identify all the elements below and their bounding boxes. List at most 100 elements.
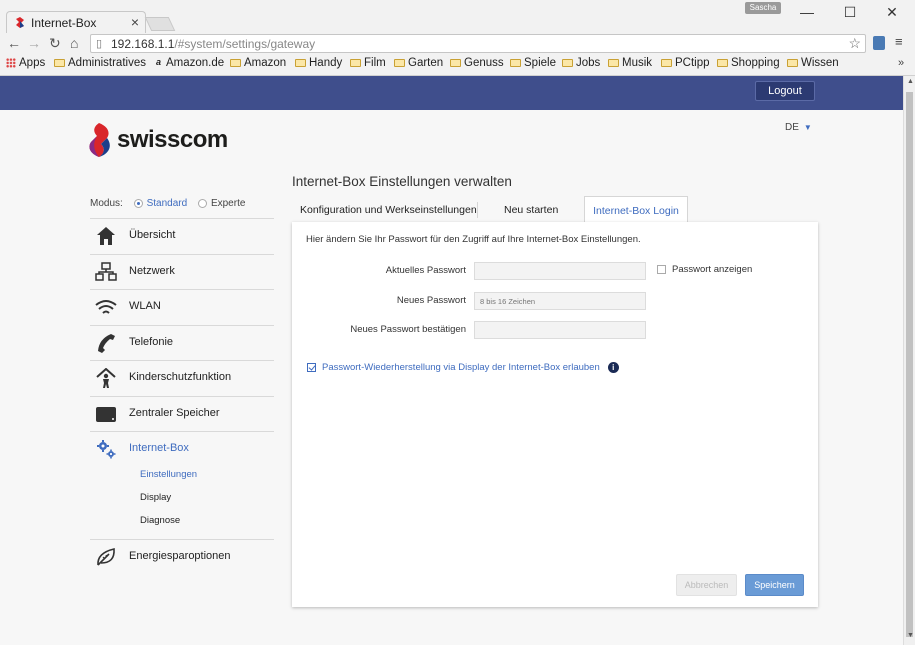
new-password-input[interactable] xyxy=(474,292,646,310)
save-button[interactable]: Speichern xyxy=(745,574,804,596)
bookmark-handy[interactable]: Handy xyxy=(295,57,342,69)
sidebar-item-telefonie[interactable]: Telefonie xyxy=(90,325,274,360)
forward-icon[interactable]: → xyxy=(27,35,41,51)
sidebar-item-label: Telefonie xyxy=(129,336,174,348)
scrollbar-thumb[interactable] xyxy=(906,92,913,637)
amazon-icon: a xyxy=(155,57,161,68)
swisscom-favicon-icon xyxy=(16,17,24,28)
wifi-icon xyxy=(95,300,117,314)
apps-icon xyxy=(6,57,16,68)
bookmark-musik[interactable]: Musik xyxy=(608,57,652,69)
mode-expert-radio[interactable] xyxy=(197,198,207,208)
subnav-einstellungen[interactable]: Einstellungen xyxy=(140,469,197,480)
mode-label: Modus: xyxy=(90,198,123,209)
confirm-password-input[interactable] xyxy=(474,321,646,339)
reload-icon[interactable]: ↻ xyxy=(49,35,61,52)
info-icon[interactable]: i xyxy=(607,362,619,373)
extension-icon[interactable] xyxy=(873,36,885,50)
folder-icon xyxy=(295,58,306,67)
house-icon xyxy=(97,227,115,245)
sidebar-item-label: Netzwerk xyxy=(129,265,175,277)
page-scrollbar[interactable]: ▲ ▼ xyxy=(903,76,915,645)
folder-icon xyxy=(450,58,461,67)
mode-standard-label[interactable]: Standard xyxy=(147,198,188,209)
bookmark-jobs[interactable]: Jobs xyxy=(562,57,600,69)
scroll-up-icon[interactable]: ▲ xyxy=(907,78,914,85)
folder-icon xyxy=(394,58,405,67)
folder-icon xyxy=(510,58,521,67)
bookmark-spiele[interactable]: Spiele xyxy=(510,57,556,69)
more-bookmarks-icon[interactable]: » xyxy=(898,57,904,69)
logout-button[interactable]: Logout xyxy=(755,81,815,101)
header-band: Logout xyxy=(0,76,903,110)
folder-icon xyxy=(717,58,728,67)
close-window-icon[interactable]: ✕ xyxy=(877,4,907,21)
maximize-icon[interactable]: ☐ xyxy=(835,4,865,21)
tab-konfiguration[interactable]: Konfiguration und Werkseinstellungen xyxy=(300,196,477,222)
current-password-input[interactable] xyxy=(474,262,646,280)
mode-standard-radio[interactable] xyxy=(133,198,143,208)
bookmark-star-icon[interactable]: ☆ xyxy=(848,35,861,52)
profile-badge[interactable]: Sascha xyxy=(745,2,781,14)
subnav-display[interactable]: Display xyxy=(140,492,171,503)
bookmark-wissen[interactable]: Wissen xyxy=(787,57,839,69)
browser-tab[interactable]: Internet-Box × xyxy=(6,11,146,33)
cancel-button[interactable]: Abbrechen xyxy=(676,574,737,596)
sidebar-item-zentraler-speicher[interactable]: Zentraler Speicher xyxy=(90,396,274,431)
bookmark-garten[interactable]: Garten xyxy=(394,57,443,69)
tab-neu-starten[interactable]: Neu starten xyxy=(504,196,558,222)
browser-menu-icon[interactable]: ≡ xyxy=(895,34,903,49)
mode-expert-label[interactable]: Experte xyxy=(211,198,245,209)
bookmark-administratives[interactable]: Administratives xyxy=(54,57,146,69)
folder-icon xyxy=(608,58,619,67)
sidebar-item-uebersicht[interactable]: Übersicht xyxy=(90,218,274,253)
bookmark-amazon-de[interactable]: a Amazon.de xyxy=(153,57,224,69)
minimize-icon[interactable]: — xyxy=(792,4,822,20)
leaf-icon xyxy=(97,548,115,566)
bookmark-pctipp[interactable]: PCtipp xyxy=(661,57,710,69)
back-icon[interactable]: ← xyxy=(7,35,21,51)
sidebar-item-energiesparoptionen[interactable]: Energiesparoptionen xyxy=(90,539,274,574)
scroll-down-icon[interactable]: ▼ xyxy=(907,632,914,639)
tab-close-icon[interactable]: × xyxy=(131,14,139,30)
gears-icon xyxy=(97,440,116,459)
bookmark-amazon[interactable]: Amazon xyxy=(230,57,286,69)
url-path: /#system/settings/gateway xyxy=(174,37,316,51)
confirm-password-label: Neues Passwort bestätigen xyxy=(350,324,466,335)
sidebar-item-internet-box[interactable]: Internet-Box xyxy=(90,431,274,466)
page-icon: ▯ xyxy=(96,38,103,50)
url-field[interactable]: ▯ 192.168.1.1/#system/settings/gateway ☆ xyxy=(90,34,866,53)
folder-icon xyxy=(787,58,798,67)
recovery-checkbox[interactable] xyxy=(307,363,316,372)
mode-selector: Modus: Standard Experte xyxy=(90,198,245,209)
caret-down-icon: ▼ xyxy=(803,123,812,132)
sidebar-item-label: WLAN xyxy=(129,300,161,312)
bookmarks-bar: Apps Administratives a Amazon.de Amazon H… xyxy=(0,56,915,74)
storage-icon xyxy=(96,407,116,422)
home-icon[interactable]: ⌂ xyxy=(70,35,78,51)
bookmark-apps[interactable]: Apps xyxy=(6,57,45,69)
url-host: 192.168.1.1 xyxy=(111,37,175,51)
sidebar-item-kinderschutzfunktion[interactable]: Kinderschutzfunktion xyxy=(90,360,274,395)
language-selector[interactable]: DE ▼ xyxy=(785,122,812,133)
new-tab-button[interactable] xyxy=(144,17,176,31)
page: Logout swisscom DE ▼ Modus: Standard Expe… xyxy=(0,76,903,645)
bookmark-shopping[interactable]: Shopping xyxy=(717,57,780,69)
recovery-label: Passwort-Wiederherstellung via Display d… xyxy=(322,362,600,374)
bookmark-genuss[interactable]: Genuss xyxy=(450,57,504,69)
recovery-option[interactable]: Passwort-Wiederherstellung via Display d… xyxy=(307,362,619,373)
sidebar-item-wlan[interactable]: WLAN xyxy=(90,289,274,324)
sidebar-item-netzwerk[interactable]: Netzwerk xyxy=(90,254,274,289)
folder-icon xyxy=(350,58,361,67)
show-password-option[interactable]: Passwort anzeigen xyxy=(657,264,752,275)
network-icon xyxy=(95,262,117,281)
tab-internet-box-login[interactable]: Internet-Box Login xyxy=(584,196,688,222)
intro-text: Hier ändern Sie Ihr Passwort für den Zug… xyxy=(306,234,641,245)
sidebar-item-label: Internet-Box xyxy=(129,442,189,454)
bookmark-film[interactable]: Film xyxy=(350,57,386,69)
child-protection-icon xyxy=(96,368,116,388)
subnav-diagnose[interactable]: Diagnose xyxy=(140,515,180,526)
page-title: Internet-Box Einstellungen verwalten xyxy=(292,174,512,189)
show-password-checkbox[interactable] xyxy=(657,264,666,274)
swisscom-logo-icon xyxy=(89,123,110,157)
